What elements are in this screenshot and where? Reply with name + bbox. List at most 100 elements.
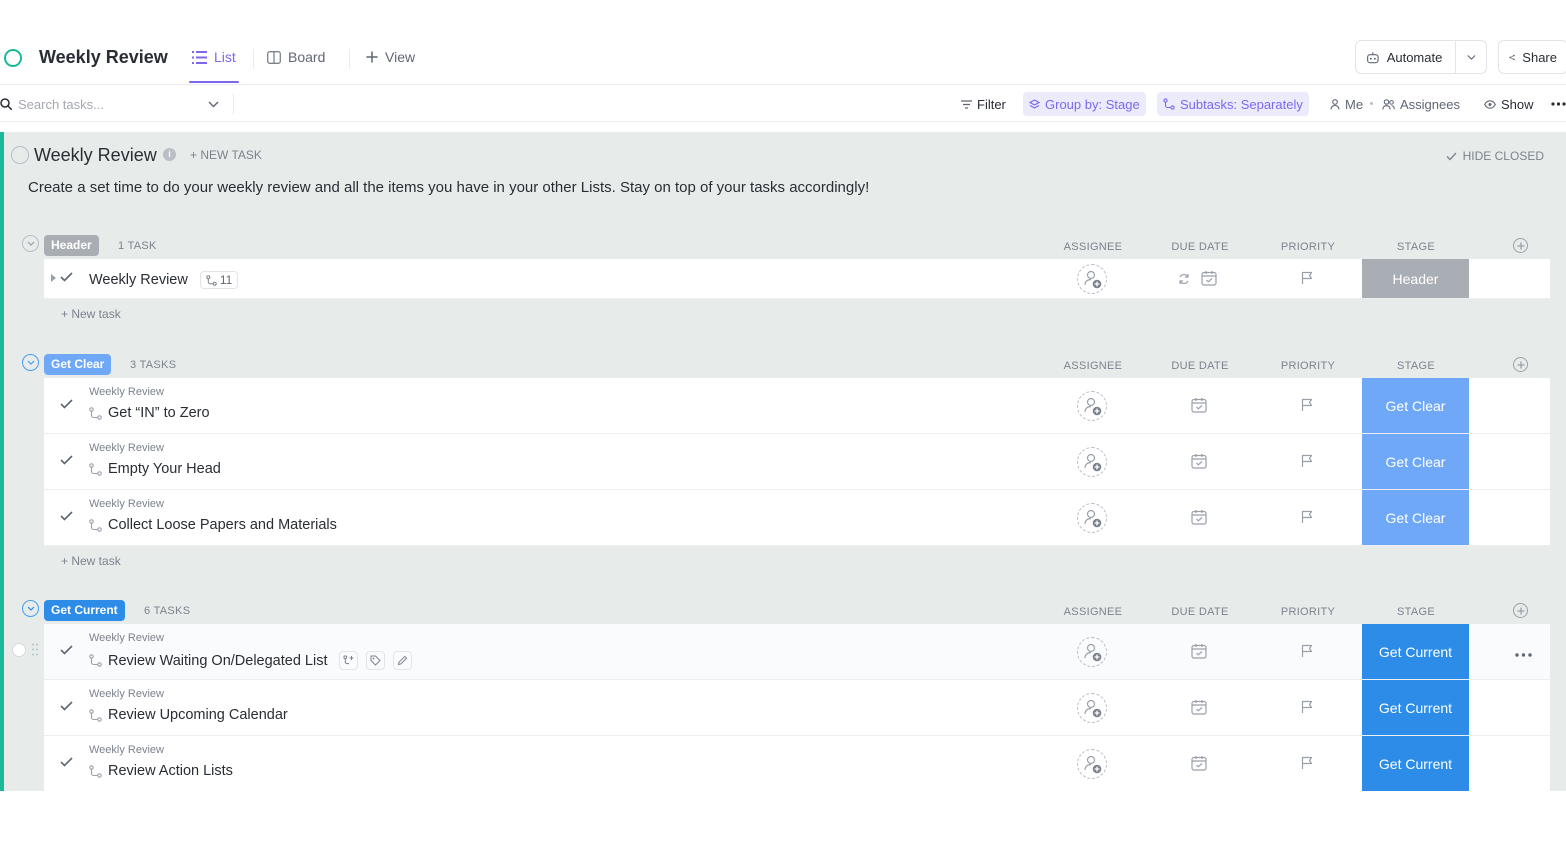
stage-cell[interactable]: Get Current [1362,624,1469,679]
column-header-priority[interactable]: PRIORITY [1258,241,1358,253]
tab-board[interactable]: Board [267,49,325,65]
add-subtask-button[interactable] [339,651,359,670]
column-header-assignee[interactable]: ASSIGNEE [1043,360,1143,372]
chevron-down-icon[interactable] [208,101,219,108]
show-button[interactable]: Show [1478,92,1540,116]
column-header-stage[interactable]: STAGE [1366,606,1466,618]
task-row[interactable]: Weekly Review Review Action Lists Get Cu… [44,736,1550,791]
flag-icon[interactable] [1301,700,1314,714]
calendar-icon[interactable] [1191,699,1207,715]
more-options-button[interactable] [1545,92,1566,116]
search-box[interactable] [0,93,225,115]
task-name[interactable]: Get “IN” to Zero [108,405,210,421]
task-name[interactable]: Collect Loose Papers and Materials [108,517,337,533]
group-badge[interactable]: Header [44,235,99,256]
calendar-icon[interactable] [1191,755,1207,771]
task-name[interactable]: Weekly Review [89,272,188,288]
stage-cell[interactable]: Get Current [1362,680,1469,735]
assignees-button[interactable]: Assignees [1376,92,1466,116]
calendar-icon[interactable] [1191,453,1207,469]
add-column-button[interactable] [1513,357,1528,372]
task-row[interactable]: Weekly Review Get “IN” to Zero Get Clear [44,378,1550,434]
calendar-icon[interactable] [1191,509,1207,525]
check-icon[interactable] [60,399,73,409]
column-header-assignee[interactable]: ASSIGNEE [1043,606,1143,618]
search-input[interactable] [18,96,198,112]
row-more-button[interactable] [1515,644,1532,662]
chevron-down-icon[interactable] [1467,54,1476,61]
parent-task-label[interactable]: Weekly Review [89,688,164,700]
task-row[interactable]: Weekly Review Collect Loose Papers and M… [44,490,1550,546]
column-header-due-date[interactable]: DUE DATE [1150,360,1250,372]
assignee-picker[interactable] [1077,693,1107,723]
check-icon[interactable] [60,511,73,521]
hide-closed-toggle[interactable]: HIDE CLOSED [1446,149,1544,163]
add-task-row[interactable]: + New task [61,299,1566,329]
stage-cell[interactable]: Get Clear [1362,434,1469,489]
parent-task-label[interactable]: Weekly Review [89,744,164,756]
group-collapse-toggle[interactable] [22,354,39,371]
column-header-priority[interactable]: PRIORITY [1258,606,1358,618]
parent-task-label[interactable]: Weekly Review [89,386,164,398]
assignee-picker[interactable] [1077,447,1107,477]
task-name[interactable]: Review Action Lists [108,763,233,779]
group-collapse-toggle[interactable] [22,235,39,252]
add-column-button[interactable] [1513,238,1528,253]
add-view-button[interactable]: View [366,49,415,65]
expand-subtasks-caret[interactable] [51,274,56,282]
add-tag-button[interactable] [366,651,386,670]
share-button[interactable]: Share [1498,40,1566,74]
assignee-picker[interactable] [1077,391,1107,421]
automate-button[interactable]: Automate [1355,40,1487,74]
group-badge[interactable]: Get Clear [44,354,112,375]
task-name[interactable]: Empty Your Head [108,461,221,477]
calendar-icon[interactable] [1191,397,1207,413]
row-select-checkbox[interactable] [12,643,26,657]
subtasks-button[interactable]: Subtasks: Separately [1157,92,1309,116]
me-filter-button[interactable]: Me [1324,92,1369,116]
task-name[interactable]: Review Upcoming Calendar [108,707,288,723]
tab-list[interactable]: List [189,49,239,83]
flag-icon[interactable] [1301,644,1314,658]
stage-cell[interactable]: Get Current [1362,736,1469,791]
drag-handle-icon[interactable] [32,643,38,656]
task-row[interactable]: Weekly Review Review Waiting On/Delegate… [44,624,1550,680]
task-row[interactable]: Weekly Review 11 Header [44,259,1550,299]
stage-cell[interactable]: Get Clear [1362,378,1469,433]
add-task-row[interactable]: + New task [61,546,1566,576]
flag-icon[interactable] [1301,756,1314,770]
check-icon[interactable] [60,757,73,767]
task-row[interactable]: Weekly Review Review Upcoming Calendar G… [44,680,1550,736]
stage-cell[interactable]: Header [1362,259,1469,298]
flag-icon[interactable] [1301,510,1314,524]
task-row[interactable]: Weekly Review Empty Your Head Get Clear [44,434,1550,490]
task-name[interactable]: Review Waiting On/Delegated List [108,653,327,669]
due-date-picker[interactable] [1177,270,1217,289]
parent-task-label[interactable]: Weekly Review [89,442,164,454]
flag-icon[interactable] [1301,454,1314,468]
parent-task-label[interactable]: Weekly Review [89,632,164,644]
assignee-picker[interactable] [1077,749,1107,779]
rename-task-button[interactable] [393,651,413,670]
check-icon[interactable] [60,455,73,465]
check-icon[interactable] [60,645,73,655]
group-collapse-toggle[interactable] [22,600,39,617]
filter-button[interactable]: Filter [955,92,1012,116]
calendar-icon[interactable] [1191,643,1207,659]
column-header-priority[interactable]: PRIORITY [1258,360,1358,372]
column-header-due-date[interactable]: DUE DATE [1150,606,1250,618]
parent-task-label[interactable]: Weekly Review [89,498,164,510]
assignee-picker[interactable] [1077,264,1107,294]
collapse-list-toggle[interactable] [11,146,29,164]
flag-icon[interactable] [1301,271,1314,285]
add-column-button[interactable] [1513,603,1528,618]
column-header-due-date[interactable]: DUE DATE [1150,241,1250,253]
assignee-picker[interactable] [1077,637,1107,667]
group-badge[interactable]: Get Current [44,600,125,621]
subtask-count-badge[interactable]: 11 [199,271,239,289]
stage-cell[interactable]: Get Clear [1362,490,1469,545]
check-icon[interactable] [60,272,73,282]
flag-icon[interactable] [1301,398,1314,412]
group-by-button[interactable]: Group by: Stage [1023,92,1146,116]
column-header-assignee[interactable]: ASSIGNEE [1043,241,1143,253]
